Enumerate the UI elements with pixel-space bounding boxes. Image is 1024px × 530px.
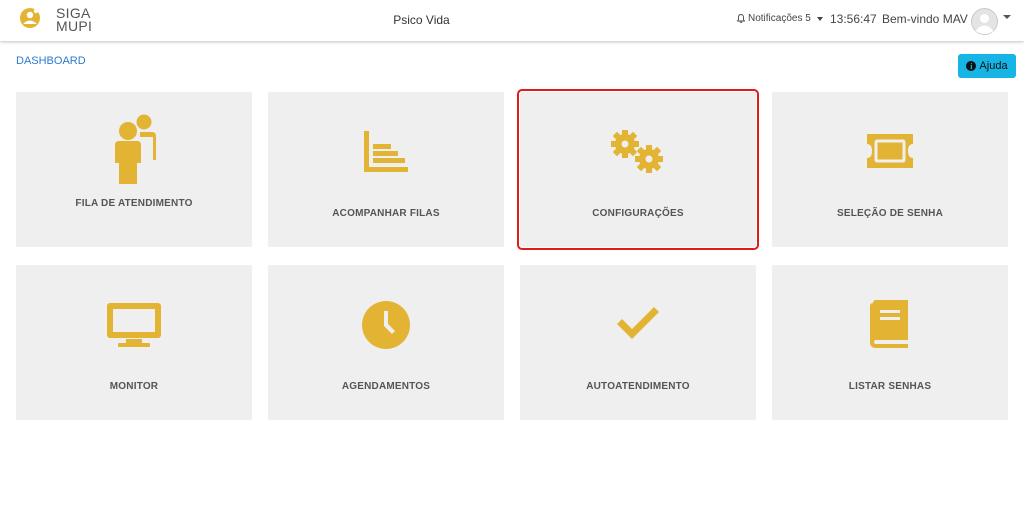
bell-icon [737, 14, 745, 23]
tile-agendamentos[interactable]: AGENDAMENTOS [268, 265, 504, 420]
welcome-text: Bem-vindo MAV [882, 12, 968, 26]
tile-fila-de-atendimento[interactable]: FILA DE ATENDIMENTO [16, 92, 252, 247]
chevron-down-icon [816, 16, 823, 21]
notifications-label: Notificações 5 [748, 13, 811, 24]
tile-label: CONFIGURAÇÕES [592, 208, 684, 219]
person-icon [16, 108, 252, 184]
check-icon [520, 307, 756, 341]
tile-label: FILA DE ATENDIMENTO [75, 198, 193, 209]
tile-configuracoes[interactable]: CONFIGURAÇÕES [517, 89, 759, 250]
gears-icon [520, 128, 756, 178]
info-icon: i [966, 61, 977, 71]
user-avatar-icon [971, 8, 998, 35]
avatar[interactable] [971, 8, 998, 35]
notifications-dropdown[interactable]: Notificações 5 [737, 13, 823, 24]
tile-label: SELEÇÃO DE SENHA [837, 208, 943, 219]
tile-label: AUTOATENDIMENTO [586, 381, 690, 392]
top-navbar: SIGA MUPI Psico Vida Notificações 5 13:5… [0, 0, 1024, 41]
tile-selecao-de-senha[interactable]: SELEÇÃO DE SENHA [772, 92, 1008, 247]
app-title: Psico Vida [393, 13, 450, 27]
tile-label: AGENDAMENTOS [341, 381, 431, 392]
tile-monitor[interactable]: MONITOR [16, 265, 252, 420]
ticket-icon [772, 132, 1008, 170]
tile-label: LISTAR SENHAS [848, 381, 932, 392]
tile-autoatendimento[interactable]: AUTOATENDIMENTO [520, 265, 756, 420]
bar-list-icon [268, 130, 504, 174]
clock-display: 13:56:47 [830, 12, 877, 26]
tile-listar-senhas[interactable]: LISTAR SENHAS [772, 265, 1008, 420]
clock-icon [268, 300, 504, 350]
book-icon [772, 300, 1008, 348]
tile-label: ACOMPANHAR FILAS [332, 208, 440, 219]
help-button[interactable]: i Ajuda [958, 54, 1016, 78]
help-button-label: Ajuda [979, 60, 1008, 72]
tile-acompanhar-filas[interactable]: ACOMPANHAR FILAS [268, 92, 504, 247]
monitor-icon [16, 301, 252, 349]
breadcrumb[interactable]: DASHBOARD [16, 55, 86, 67]
tile-label: MONITOR [109, 381, 159, 392]
user-menu-chevron-icon[interactable] [1003, 15, 1011, 19]
